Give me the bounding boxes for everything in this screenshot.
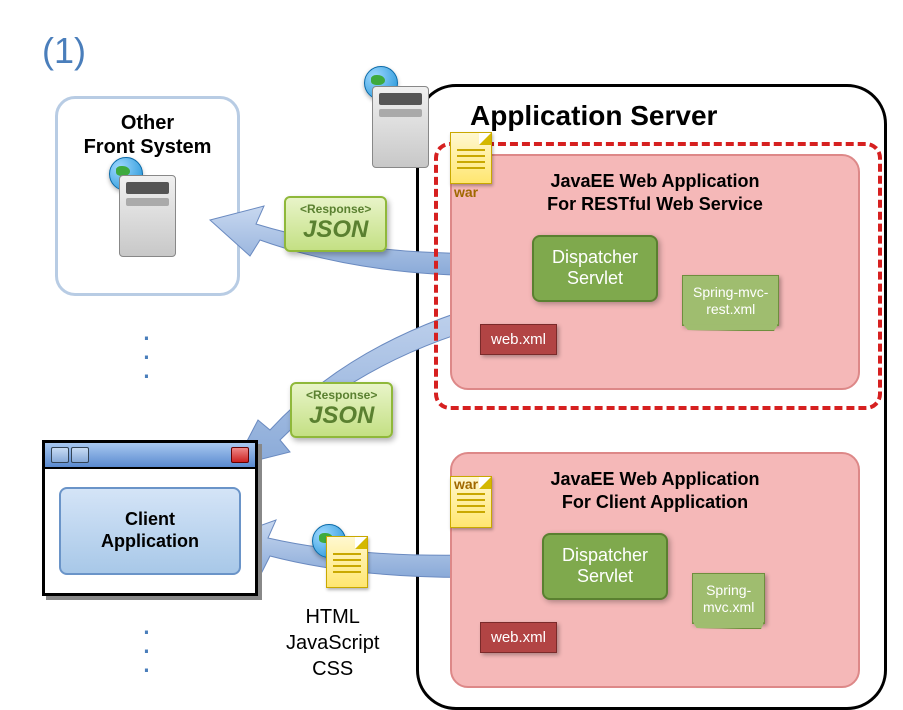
webapp-client-title-l1: JavaEE Web Application — [550, 469, 759, 489]
content-file-icon-group — [326, 536, 368, 588]
content-types-label: HTML JavaScript CSS — [286, 604, 379, 682]
client-app-l2: Application — [101, 531, 199, 551]
window-titlebar — [45, 443, 255, 469]
dispatcher-servlet-client: Dispatcher Servlet — [542, 533, 668, 600]
other-front-title-l1: Other — [58, 111, 237, 135]
other-front-system-box: Other Front System — [55, 96, 240, 296]
war-label-client: war — [454, 476, 478, 492]
ellipsis-dots: ... — [142, 614, 151, 672]
json-response-box-1: <Response> JSON — [284, 196, 387, 252]
json-label: JSON — [300, 216, 371, 244]
webapp-client-box: JavaEE Web Application For Client Applic… — [450, 452, 860, 688]
war-label-rest: war — [454, 184, 478, 200]
client-window: Client Application — [42, 440, 258, 596]
spring-xml-client: Spring- mvc.xml — [692, 573, 765, 625]
dispatcher-l2: Servlet — [577, 566, 633, 586]
ellipsis-dots: ... — [142, 320, 151, 378]
client-app-l1: Client — [125, 509, 175, 529]
webxml-rest: web.xml — [480, 324, 557, 355]
app-server-icon — [372, 76, 429, 168]
server-icon — [119, 175, 176, 257]
webxml-client: web.xml — [480, 622, 557, 653]
content-html: HTML — [305, 606, 359, 628]
dispatcher-servlet-rest: Dispatcher Servlet — [532, 235, 658, 302]
dispatcher-l1: Dispatcher — [562, 545, 648, 565]
dispatcher-l2: Servlet — [567, 268, 623, 288]
content-js: JavaScript — [286, 632, 379, 654]
client-application-box: Client Application — [59, 487, 241, 575]
spring-xml-l2: mvc.xml — [703, 599, 754, 615]
webapp-rest-title-l1: JavaEE Web Application — [550, 171, 759, 191]
window-button-icon — [51, 447, 69, 463]
file-icon — [326, 536, 368, 588]
webapp-rest-box: JavaEE Web Application For RESTful Web S… — [450, 154, 860, 390]
webapp-rest-title-l2: For RESTful Web Service — [547, 194, 763, 214]
json-response-box-2: <Response> JSON — [290, 382, 393, 438]
json-label: JSON — [306, 402, 377, 430]
dispatcher-l1: Dispatcher — [552, 247, 638, 267]
window-button-icon — [71, 447, 89, 463]
step-label: (1) — [42, 30, 86, 72]
server-icon — [372, 86, 429, 168]
response-tag: <Response> — [300, 202, 371, 216]
application-server-title: Application Server — [470, 100, 717, 132]
other-front-title-l2: Front System — [58, 135, 237, 159]
close-icon — [231, 447, 249, 463]
spring-xml-l1: Spring-mvc- — [693, 284, 768, 300]
response-tag: <Response> — [306, 388, 377, 402]
spring-xml-l1: Spring- — [706, 582, 751, 598]
spring-xml-l2: rest.xml — [706, 301, 755, 317]
webapp-client-title-l2: For Client Application — [562, 492, 748, 512]
file-icon — [450, 132, 492, 184]
content-css: CSS — [312, 658, 353, 680]
spring-xml-rest: Spring-mvc- rest.xml — [682, 275, 779, 327]
